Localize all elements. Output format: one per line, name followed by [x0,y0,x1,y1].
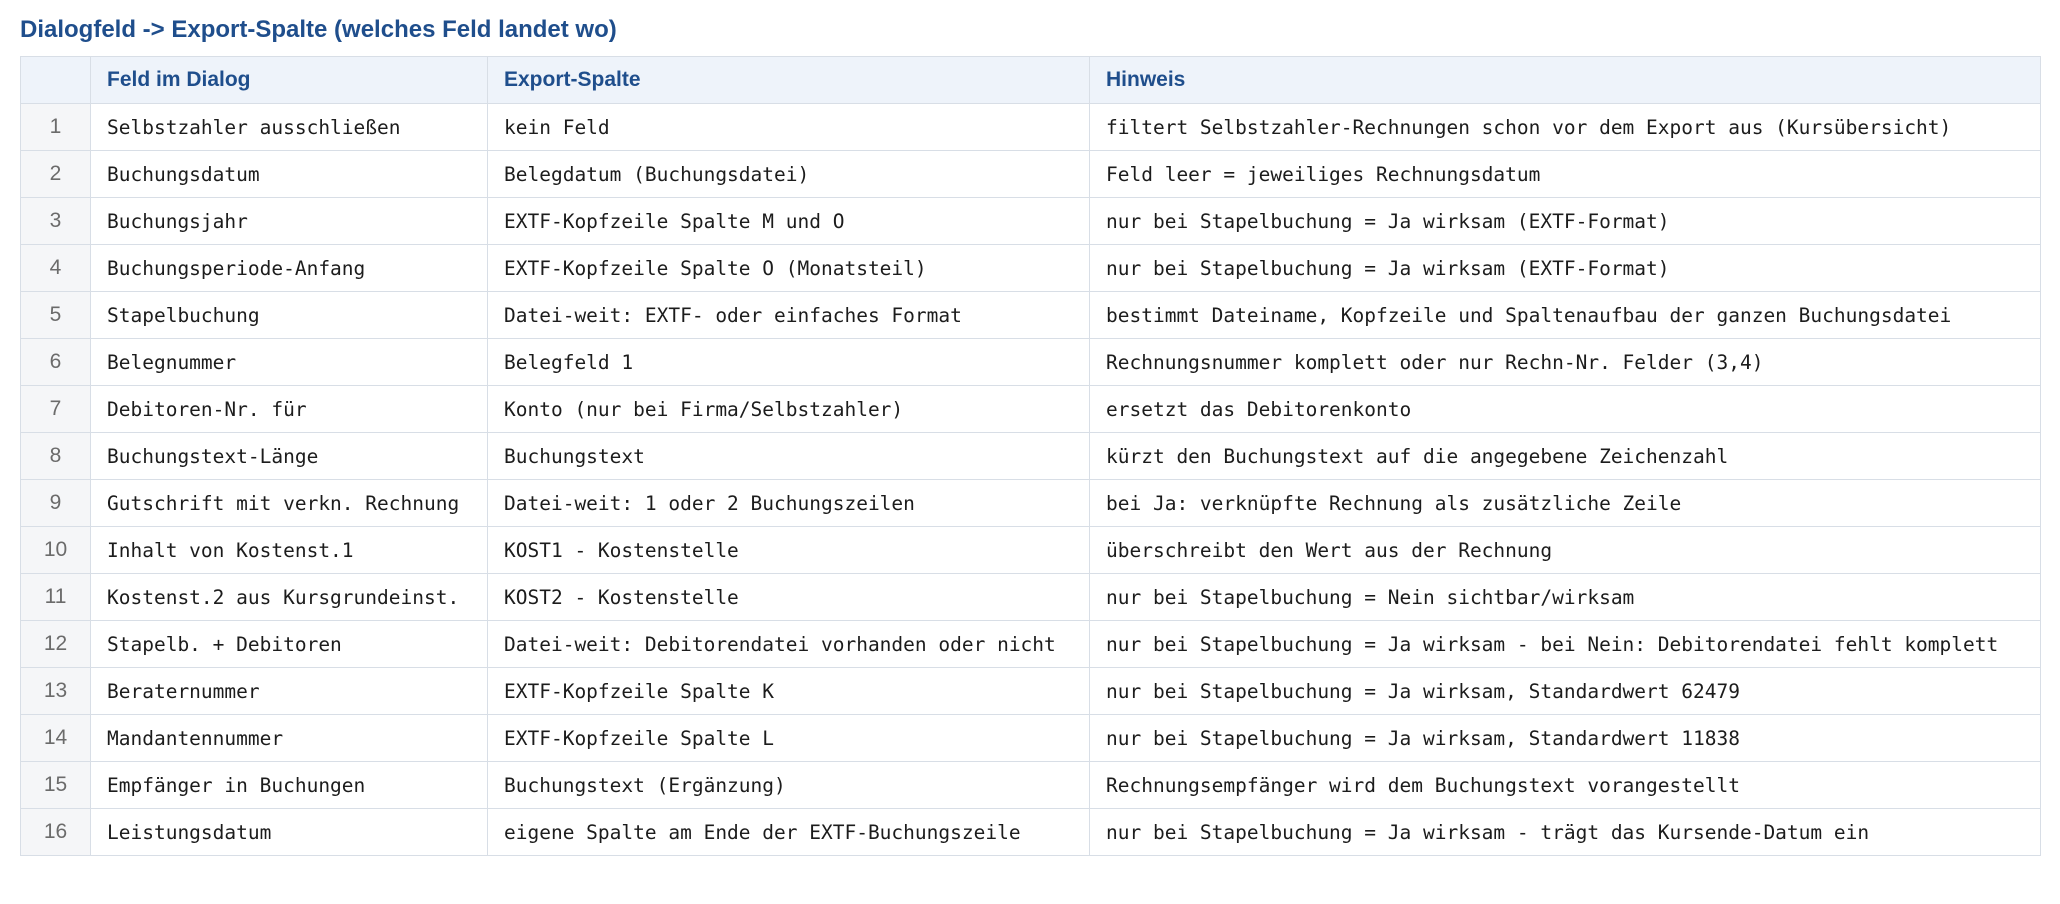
dialog-field-cell: Stapelb. + Debitoren [90,620,488,668]
hint-cell: kürzt den Buchungstext auf die angegeben… [1089,432,2041,480]
export-column-cell: EXTF-Kopfzeile Spalte M und O [487,197,1090,245]
table-row[interactable]: 12 Stapelb. + Debitoren Datei-weit: Debito… [20,620,2041,668]
column-header-index [20,56,91,104]
export-column-cell: Konto (nur bei Firma/Selbstzahler) [487,385,1090,433]
export-column-cell: Belegdatum (Buchungsdatei) [487,150,1090,198]
field-mapping-table: Feld im Dialog Export-Spalte Hinweis 1 Se… [20,56,2041,856]
export-column-cell: Datei-weit: Debitorendatei vorhanden ode… [487,620,1090,668]
table-row[interactable]: 15 Empfänger in Buchungen Buchungstext (Er… [20,761,2041,809]
dialog-field-cell: Leistungsdatum [90,808,488,856]
hint-cell: bestimmt Dateiname, Kopfzeile und Spalte… [1089,291,2041,339]
column-header-hint[interactable]: Hinweis [1089,56,2041,104]
dialog-field-cell: Buchungstext-Länge [90,432,488,480]
table-row[interactable]: 13 Beraternummer EXTF-Kopfzeile Spalte Knu… [20,667,2041,715]
row-index: 14 [20,714,91,762]
hint-cell: Rechnungsempfänger wird dem Buchungstext… [1089,761,2041,809]
export-column-cell: Datei-weit: EXTF- oder einfaches Format [487,291,1090,339]
export-column-cell: KOST1 - Kostenstelle [487,526,1090,574]
dialog-field-cell: Kostenst.2 aus Kursgrundeinst. [90,573,488,621]
export-column-cell: Buchungstext [487,432,1090,480]
row-index: 10 [20,526,91,574]
dialog-field-cell: Selbstzahler ausschließen [90,103,488,151]
row-index: 12 [20,620,91,668]
hint-cell: bei Ja: verknüpfte Rechnung als zusätzli… [1089,479,2041,527]
dialog-field-cell: Empfänger in Buchungen [90,761,488,809]
row-index: 4 [20,244,91,292]
row-index: 8 [20,432,91,480]
table-row[interactable]: 9 Gutschrift mit verkn. Rechnung Datei-wei… [20,479,2041,527]
table-row[interactable]: 6 Belegnummer Belegfeld 1 Rechnungsnummer k… [20,338,2041,386]
column-header-export-column[interactable]: Export-Spalte [487,56,1090,104]
row-index: 7 [20,385,91,433]
table-row[interactable]: 11 Kostenst.2 aus Kursgrundeinst. KOST2 - … [20,573,2041,621]
row-index: 3 [20,197,91,245]
export-column-cell: Buchungstext (Ergänzung) [487,761,1090,809]
table-row[interactable]: 1 Selbstzahler ausschließen kein Feld filte… [20,103,2041,151]
table-row[interactable]: 14 Mandantennummer EXTF-Kopfzeile Spalte L… [20,714,2041,762]
hint-cell: nur bei Stapelbuchung = Ja wirksam - trä… [1089,808,2041,856]
dialog-field-cell: Beraternummer [90,667,488,715]
row-index: 9 [20,479,91,527]
dialog-field-cell: Buchungsjahr [90,197,488,245]
row-index: 2 [20,150,91,198]
export-column-cell: Datei-weit: 1 oder 2 Buchungszeilen [487,479,1090,527]
table-row[interactable]: 3 Buchungsjahr EXTF-Kopfzeile Spalte M und… [20,197,2041,245]
hint-cell: nur bei Stapelbuchung = Nein sichtbar/wi… [1089,573,2041,621]
export-column-cell: eigene Spalte am Ende der EXTF-Buchungsz… [487,808,1090,856]
dialog-field-cell: Belegnummer [90,338,488,386]
dialog-field-cell: Buchungsperiode-Anfang [90,244,488,292]
row-index: 16 [20,808,91,856]
row-index: 1 [20,103,91,151]
row-index: 11 [20,573,91,621]
export-column-cell: EXTF-Kopfzeile Spalte O (Monatsteil) [487,244,1090,292]
table-row[interactable]: 2 Buchungsdatum Belegdatum (Buchungsdatei)… [20,150,2041,198]
table-row[interactable]: 8 Buchungstext-Länge Buchungstext kürzt den… [20,432,2041,480]
column-header-dialog-field[interactable]: Feld im Dialog [90,56,488,104]
hint-cell: überschreibt den Wert aus der Rechnung [1089,526,2041,574]
table-row[interactable]: 4 Buchungsperiode-Anfang EXTF-Kopfzeile Sp… [20,244,2041,292]
hint-cell: nur bei Stapelbuchung = Ja wirksam (EXTF… [1089,244,2041,292]
dialog-field-cell: Inhalt von Kostenst.1 [90,526,488,574]
export-column-cell: EXTF-Kopfzeile Spalte L [487,714,1090,762]
dialog-field-cell: Gutschrift mit verkn. Rechnung [90,479,488,527]
table-row[interactable]: 5 Stapelbuchung Datei-weit: EXTF- oder ein… [20,291,2041,339]
table-body: 1 Selbstzahler ausschließen kein Feld filte… [20,103,2041,856]
export-column-cell: kein Feld [487,103,1090,151]
row-index: 5 [20,291,91,339]
table-row[interactable]: 16 Leistungsdatum eigene Spalte am Ende de… [20,808,2041,856]
dialog-field-cell: Debitoren-Nr. für [90,385,488,433]
table-row[interactable]: 7 Debitoren-Nr. für Konto (nur bei Firma/S… [20,385,2041,433]
dialog-field-cell: Stapelbuchung [90,291,488,339]
hint-cell: nur bei Stapelbuchung = Ja wirksam, Stan… [1089,667,2041,715]
hint-cell: nur bei Stapelbuchung = Ja wirksam (EXTF… [1089,197,2041,245]
table-header-row: Feld im Dialog Export-Spalte Hinweis [20,56,2041,104]
export-column-cell: KOST2 - Kostenstelle [487,573,1090,621]
export-column-cell: Belegfeld 1 [487,338,1090,386]
export-column-cell: EXTF-Kopfzeile Spalte K [487,667,1090,715]
row-index: 15 [20,761,91,809]
row-index: 13 [20,667,91,715]
row-index: 6 [20,338,91,386]
table-title: Dialogfeld -> Export-Spalte (welches Fel… [20,16,617,43]
hint-cell: nur bei Stapelbuchung = Ja wirksam, Stan… [1089,714,2041,762]
dialog-field-cell: Mandantennummer [90,714,488,762]
hint-cell: ersetzt das Debitorenkonto [1089,385,2041,433]
table-row[interactable]: 10 Inhalt von Kostenst.1 KOST1 - Kostenste… [20,526,2041,574]
hint-cell: nur bei Stapelbuchung = Ja wirksam - bei… [1089,620,2041,668]
hint-cell: Feld leer = jeweiliges Rechnungsdatum [1089,150,2041,198]
hint-cell: filtert Selbstzahler-Rechnungen schon vo… [1089,103,2041,151]
dialog-field-cell: Buchungsdatum [90,150,488,198]
hint-cell: Rechnungsnummer komplett oder nur Rechn-… [1089,338,2041,386]
